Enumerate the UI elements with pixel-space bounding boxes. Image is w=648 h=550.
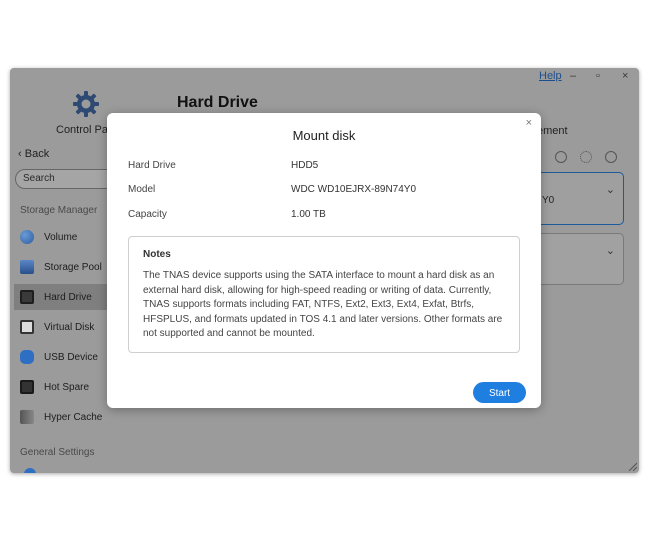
- hard-drive-icon: [20, 290, 34, 304]
- hard-drive-label: Hard Drive: [128, 160, 176, 171]
- close-window-button[interactable]: ×: [622, 70, 628, 82]
- dialog-title: Mount disk: [292, 128, 356, 143]
- volume-icon: [20, 230, 34, 244]
- notes-body: The TNAS device supports using the SATA …: [143, 270, 503, 339]
- capacity-value: 1.00 TB: [291, 209, 326, 220]
- model-label: Model: [128, 184, 156, 195]
- resize-grip-icon[interactable]: [627, 461, 637, 471]
- chevron-down-icon[interactable]: ⌄: [606, 244, 615, 257]
- notes-box: Notes The TNAS device supports using the…: [128, 236, 520, 353]
- sidebar-item-label: Volume: [44, 231, 78, 243]
- gear-icon[interactable]: [71, 89, 101, 119]
- back-label: Back: [24, 148, 50, 160]
- maximize-button[interactable]: ▫: [596, 70, 600, 82]
- sidebar-item-label: Storage Pool: [44, 261, 102, 273]
- sidebar-item-label: Hyper Cache: [44, 411, 103, 423]
- chevron-left-icon: ‹: [18, 148, 22, 160]
- help-link[interactable]: Help: [539, 70, 562, 82]
- back-button[interactable]: ‹ Back: [18, 148, 49, 160]
- capacity-label: Capacity: [128, 209, 167, 220]
- sidebar-item-hyper-cache[interactable]: Hyper Cache: [14, 404, 124, 430]
- sidebar-item-label: Hot Spare: [44, 381, 90, 393]
- hard-drive-value: HDD5: [291, 160, 319, 171]
- virtual-disk-icon: [20, 320, 34, 334]
- general-settings-section: General Settings: [20, 447, 95, 458]
- storage-pool-icon: [20, 260, 34, 274]
- start-button[interactable]: Start: [473, 382, 526, 403]
- disk-card-model: Y0: [542, 195, 555, 206]
- hyper-cache-icon: [20, 410, 34, 424]
- minimize-button[interactable]: –: [570, 70, 576, 82]
- mount-disk-dialog: × Mount disk Hard Drive HDD5 Model WDC W…: [107, 113, 541, 408]
- chevron-down-icon[interactable]: ⌄: [606, 183, 615, 196]
- notes-title: Notes: [143, 249, 171, 260]
- settings-icon[interactable]: [580, 151, 592, 163]
- hot-spare-icon: [20, 380, 34, 394]
- sidebar-item-label: USB Device: [44, 351, 98, 363]
- page-title: Hard Drive: [177, 94, 258, 111]
- sidebar-item-label: Virtual Disk: [44, 321, 95, 333]
- model-value: WDC WD10EJRX-89N74Y0: [291, 184, 417, 195]
- usb-device-icon: [20, 350, 34, 364]
- check-circle-icon[interactable]: [555, 151, 567, 163]
- sidebar-item-label: Hard Drive: [44, 291, 92, 303]
- more-icon[interactable]: [605, 151, 617, 163]
- storage-manager-section: Storage Manager: [20, 205, 98, 216]
- general-settings-icon: [24, 468, 36, 473]
- management-label: ement: [537, 125, 568, 137]
